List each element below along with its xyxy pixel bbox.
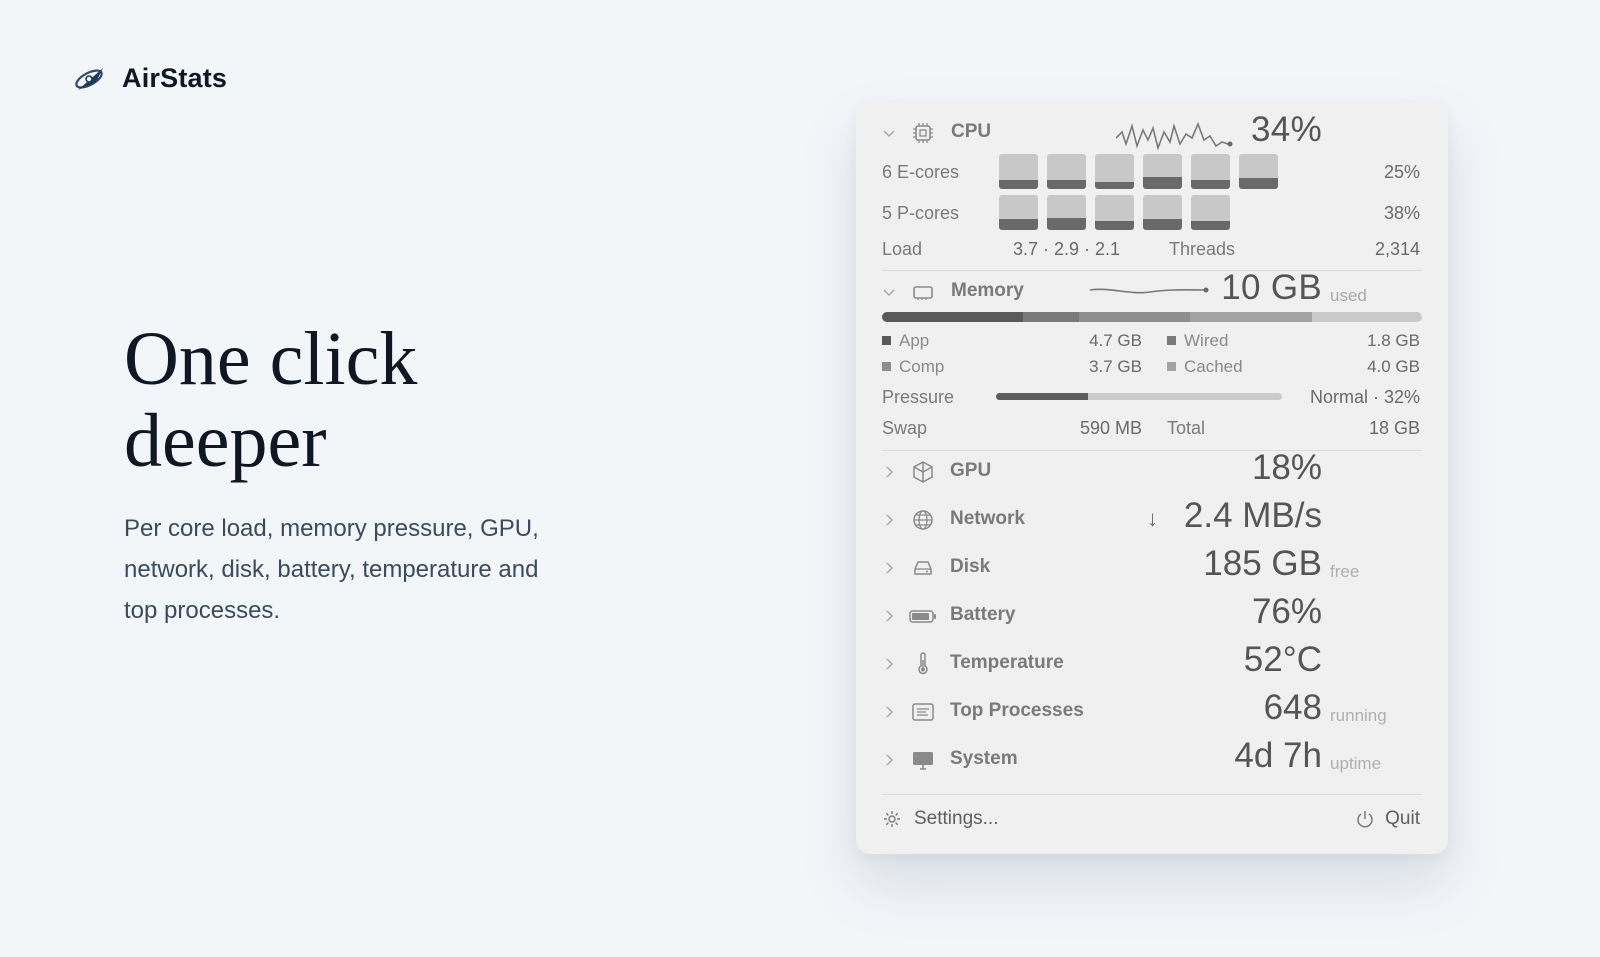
system-label: System: [950, 748, 1018, 769]
pressure-bar: [996, 393, 1282, 400]
cpu-value: 34%: [1251, 110, 1322, 149]
subtitle: Per core load, memory pressure, GPU, net…: [124, 515, 539, 624]
threads-value: 2,314: [1374, 239, 1420, 259]
process-list-icon: [912, 703, 934, 721]
headline-line-2: deeper: [124, 399, 327, 483]
pcores-label: 5 P-cores: [882, 203, 960, 223]
memory-usage-bar: [882, 312, 1422, 322]
memory-unit: used: [1330, 286, 1367, 305]
cpu-chip-icon: [913, 123, 933, 143]
divider: [882, 270, 1422, 271]
battery-icon: [909, 610, 936, 623]
ecores-label: 6 E-cores: [882, 162, 960, 182]
ecore-core-bar: [999, 154, 1038, 189]
chevron-right-icon[interactable]: [882, 561, 896, 575]
globe-icon: [913, 510, 933, 530]
pcore-core-bar: [1143, 195, 1182, 230]
legend-cached: Cached: [1167, 357, 1243, 377]
chevron-down-icon[interactable]: [882, 126, 896, 140]
chevron-right-icon[interactable]: [882, 465, 896, 479]
temperature-label: Temperature: [950, 652, 1064, 673]
pcores-percent: 38%: [1383, 203, 1420, 223]
disk-drive-icon: [914, 561, 932, 575]
chevron-right-icon[interactable]: [882, 513, 896, 527]
headline-line-1: One click: [124, 317, 418, 401]
top-processes-unit: running: [1330, 706, 1387, 725]
memory-icon: [913, 286, 933, 300]
legend-app: App: [882, 331, 929, 351]
thermometer-icon: [918, 652, 928, 675]
disk-value: 185 GB: [1203, 544, 1322, 583]
legend-comp: Comp: [882, 357, 944, 377]
stats-menu-panel: CPU 34% 6 E-cores 25% 5 P-cores 38% Load…: [856, 102, 1448, 854]
monitor-icon: [913, 752, 933, 770]
airstats-logo-icon: [75, 68, 103, 90]
brand: AirStats: [72, 60, 227, 96]
load-label: Load: [882, 239, 923, 259]
swap-value: 590 MB: [1079, 418, 1142, 438]
divider: [882, 450, 1422, 451]
ecore-core-bar: [1191, 154, 1230, 189]
threads-label: Threads: [1169, 239, 1236, 259]
comp-value: 3.7 GB: [1089, 357, 1142, 376]
pcore-core-bar: [1047, 195, 1086, 230]
network-label: Network: [950, 508, 1025, 529]
pcore-core-bar: [999, 195, 1038, 230]
ecore-core-bar: [1143, 154, 1182, 189]
gear-icon: [884, 811, 900, 827]
pressure-label: Pressure: [882, 387, 955, 407]
chevron-down-icon[interactable]: [882, 285, 896, 299]
divider: [882, 794, 1422, 795]
ecore-core-bar: [1047, 154, 1086, 189]
temperature-value: 52°C: [1243, 640, 1322, 679]
top-processes-label: Top Processes: [950, 700, 1084, 721]
legend-wired: Wired: [1167, 331, 1228, 351]
quit-label: Quit: [1385, 808, 1420, 829]
settings-button[interactable]: Settings...: [882, 804, 999, 834]
system-unit: uptime: [1330, 754, 1382, 773]
disk-unit: free: [1330, 562, 1360, 581]
battery-label: Battery: [950, 604, 1016, 625]
swap-label: Swap: [882, 418, 928, 438]
memory-value: 10 GB: [1221, 268, 1322, 307]
top-processes-value: 648: [1263, 688, 1322, 727]
pcore-core-bar: [1095, 195, 1134, 230]
ecores-percent: 25%: [1383, 162, 1420, 182]
app-value: 4.7 GB: [1089, 331, 1142, 350]
gpu-value: 18%: [1251, 448, 1322, 487]
gpu-label: GPU: [950, 460, 992, 481]
battery-value: 76%: [1251, 592, 1322, 631]
memory-sparkline: [1090, 287, 1209, 294]
headline: One click deeper: [124, 318, 644, 482]
chevron-right-icon[interactable]: [882, 753, 896, 767]
total-value: 18 GB: [1368, 418, 1420, 438]
system-value: 4d 7h: [1234, 736, 1322, 775]
cpu-sparkline: [1116, 121, 1233, 151]
pcore-core-bar: [1191, 195, 1230, 230]
pressure-value: Normal · 32%: [1309, 387, 1420, 407]
network-value: 2.4 MB/s: [1183, 496, 1322, 535]
power-icon: [1357, 811, 1373, 828]
total-label: Total: [1167, 418, 1206, 438]
load-value: 3.7 · 2.9 · 2.1: [1013, 239, 1121, 259]
quit-button[interactable]: Quit: [1355, 804, 1420, 834]
disk-label: Disk: [950, 556, 991, 577]
chevron-right-icon[interactable]: [882, 657, 896, 671]
cached-value: 4.0 GB: [1367, 357, 1420, 376]
gpu-cube-icon: [913, 461, 933, 483]
chevron-right-icon[interactable]: [882, 609, 896, 623]
brand-name: AirStats: [122, 62, 228, 93]
memory-label: Memory: [951, 280, 1024, 301]
cpu-label: CPU: [951, 121, 992, 142]
chevron-right-icon[interactable]: [882, 705, 896, 719]
ecore-core-bar: [1095, 154, 1134, 189]
download-arrow-icon: ↓: [1147, 506, 1158, 531]
wired-value: 1.8 GB: [1367, 331, 1420, 350]
settings-label: Settings...: [914, 808, 999, 829]
ecore-core-bar: [1239, 154, 1278, 189]
